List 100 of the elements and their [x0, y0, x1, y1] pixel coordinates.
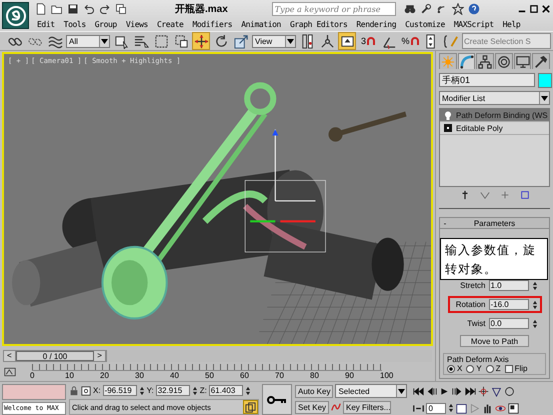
set-keys-button[interactable]	[262, 384, 292, 415]
menu-item[interactable]: Tools	[64, 20, 86, 28]
zoom-extents-icon[interactable]	[478, 386, 490, 396]
move-to-path-button[interactable]: Move to Path	[460, 335, 530, 347]
display-tab[interactable]	[514, 53, 532, 69]
open-icon[interactable]	[51, 3, 63, 15]
absolute-mode-icon[interactable]	[81, 386, 91, 396]
undo-icon[interactable]	[83, 3, 95, 15]
lock-icon[interactable]	[69, 386, 79, 396]
maximize-icon[interactable]	[530, 5, 538, 13]
next-frame-button[interactable]: >	[94, 350, 106, 360]
dropdown[interactable]: All	[66, 34, 110, 48]
axis-radio-button[interactable]: X	[447, 364, 462, 373]
save-icon[interactable]	[67, 3, 79, 15]
snap-toggle-button[interactable]: %	[400, 32, 420, 50]
show-end-result-icon[interactable]	[480, 190, 490, 200]
tangent-curve-icon[interactable]	[331, 402, 342, 412]
frame-tick-label: 10	[65, 370, 74, 380]
scale-icon	[234, 34, 248, 48]
motion-tab[interactable]	[495, 53, 513, 69]
menu-item[interactable]: Animation	[241, 20, 281, 28]
menu-item[interactable]: Modifiers	[192, 20, 232, 28]
modifier-stack-item[interactable]: Path Deform Binding (WS	[440, 109, 549, 122]
callout-note: 输入参数值，旋转对象。	[440, 238, 548, 280]
binoculars-icon[interactable]	[404, 3, 416, 15]
coordinate-field[interactable]: 61.403	[208, 385, 243, 396]
make-unique-icon[interactable]	[500, 190, 510, 200]
frame-tick-label: 50	[205, 370, 214, 380]
menu-item[interactable]: Create	[156, 20, 184, 28]
frame-tick-label: 40	[170, 370, 179, 380]
menu-item[interactable]: Views	[126, 20, 148, 28]
help-icon[interactable]	[468, 3, 480, 15]
menu-item[interactable]: Rendering	[356, 20, 396, 28]
caret-icon	[287, 38, 294, 44]
hierarchy-tab[interactable]	[476, 53, 494, 69]
axis-radio-button[interactable]: Z	[486, 364, 501, 373]
previous-key-icon[interactable]	[426, 386, 438, 396]
rotate-icon	[214, 34, 228, 48]
redo-icon[interactable]	[99, 3, 111, 15]
key-mode-dropdown[interactable]: Selected	[335, 384, 408, 398]
move-button[interactable]	[192, 32, 210, 50]
lightbulb-icon[interactable]	[444, 110, 452, 120]
spinner-icon[interactable]	[532, 318, 538, 328]
maxscript-listener-field[interactable]	[2, 384, 66, 400]
magnet-icon	[410, 37, 418, 45]
time-configuration-icon[interactable]	[456, 402, 468, 414]
spinner-icon[interactable]	[532, 280, 538, 290]
menu-item[interactable]: Edit	[37, 20, 55, 28]
search-field[interactable]: Type a keyword or phrase	[272, 2, 396, 16]
coordinate-field[interactable]: 32.915	[156, 385, 190, 396]
utilities-tab[interactable]	[532, 53, 550, 69]
set-key-button[interactable]: Set Key	[295, 400, 330, 414]
coordinate-field[interactable]: -96.519	[102, 385, 137, 396]
modify-tab[interactable]	[458, 53, 476, 69]
parameter-field[interactable]: 0.0	[488, 318, 528, 329]
star-icon[interactable]	[452, 3, 464, 15]
go-to-start-icon[interactable]	[413, 386, 424, 396]
auto-key-button[interactable]: Auto Key	[295, 384, 334, 398]
menu-item[interactable]: Help	[502, 20, 520, 28]
frame-tick-label: 0	[30, 370, 34, 380]
move-icon	[194, 34, 208, 48]
close-icon[interactable]	[542, 5, 550, 13]
snap-toggle-button[interactable]: 3	[358, 32, 378, 50]
field-of-view-icon[interactable]	[491, 386, 502, 396]
next-key-icon[interactable]	[452, 386, 464, 396]
named-selection-field[interactable]: Create Selection S	[462, 33, 551, 49]
remove-modifier-icon[interactable]	[520, 190, 530, 200]
named-selection-icon	[444, 34, 458, 48]
track-bar[interactable]: 0 10 20 30 40 50 60 70 80 90 100	[28, 364, 392, 380]
previous-frame-button[interactable]: <	[4, 350, 16, 360]
parameter-field[interactable]: 1.0	[488, 280, 528, 291]
project-icon[interactable]	[115, 3, 127, 15]
parameters-rollout-header[interactable]: - Parameters	[440, 218, 549, 229]
spinner-icon[interactable]	[532, 300, 538, 310]
app-logo-icon[interactable]	[2, 2, 29, 29]
menu-item[interactable]: Group	[94, 20, 117, 28]
orbit-icon[interactable]	[504, 386, 516, 396]
menu-item[interactable]: Graph Editors	[290, 20, 348, 28]
frame-skip-icon[interactable]	[413, 402, 424, 414]
maximize-viewport-icon[interactable]	[508, 402, 520, 414]
key-filters-button[interactable]: Key Filters...	[343, 400, 392, 414]
pin-stack-icon[interactable]	[460, 190, 470, 200]
axis-radio-button[interactable]: Y	[466, 364, 482, 373]
menu-item[interactable]: Customize	[405, 20, 445, 28]
current-frame-field[interactable]: 0	[426, 402, 446, 414]
object-name-field[interactable]: 手柄01	[439, 73, 535, 87]
curve-editor-icon[interactable]	[4, 367, 16, 377]
object-color-swatch[interactable]	[538, 73, 552, 88]
time-slider-thumb[interactable]: 0 / 100	[16, 350, 94, 360]
modifier-stack-item[interactable]: Editable Poly	[440, 122, 549, 136]
dropdown[interactable]: View	[252, 34, 296, 48]
modifier-list-dropdown[interactable]: Modifier List	[439, 91, 550, 106]
adaptive-degradation-button[interactable]	[243, 400, 258, 414]
go-to-end-icon[interactable]	[465, 386, 476, 396]
flip-checkbox[interactable]: Flip	[504, 364, 528, 373]
magnet-icon	[367, 37, 375, 45]
parameter-field[interactable]: -16.0	[488, 299, 528, 310]
menu-item[interactable]: MAXScript	[454, 20, 494, 28]
new-icon[interactable]	[35, 3, 47, 15]
keyboard-button[interactable]	[338, 32, 356, 50]
